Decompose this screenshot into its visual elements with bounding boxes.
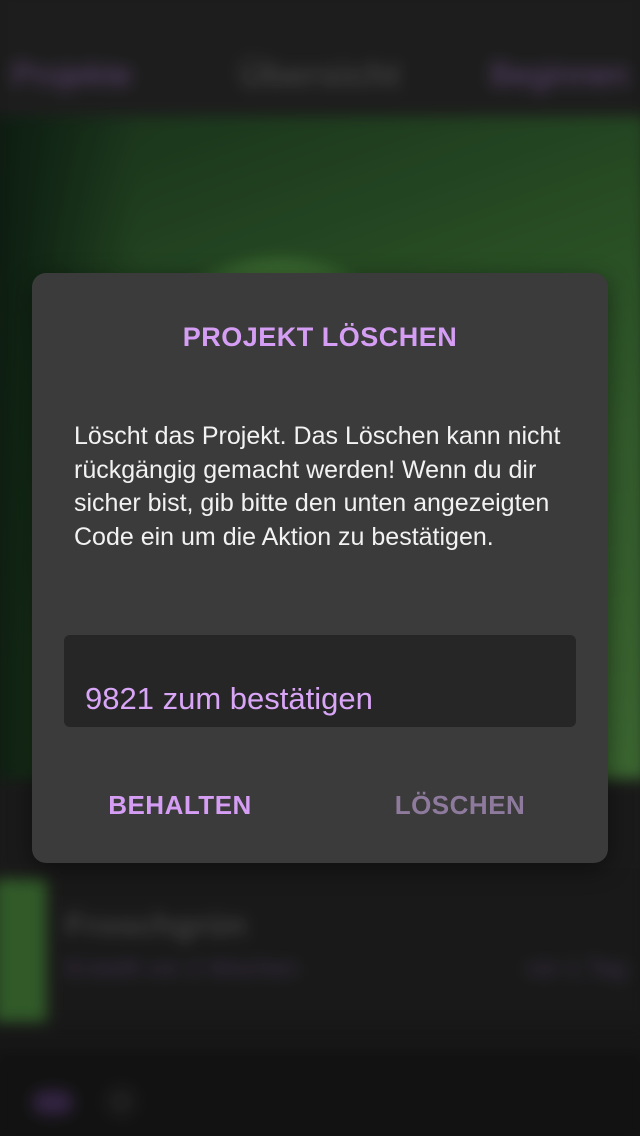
- delete-button[interactable]: LÖSCHEN: [370, 783, 550, 827]
- keep-button[interactable]: BEHALTEN: [90, 783, 270, 827]
- dialog-message: Löscht das Projekt. Das Löschen kann nic…: [74, 422, 561, 551]
- screen: Projekte Übersicht Beginnen Froschgrün E…: [0, 0, 640, 1136]
- confirmation-code-input[interactable]: [64, 635, 576, 727]
- dialog-title: PROJEKT LÖSCHEN: [182, 322, 458, 352]
- delete-project-dialog: [32, 273, 608, 863]
